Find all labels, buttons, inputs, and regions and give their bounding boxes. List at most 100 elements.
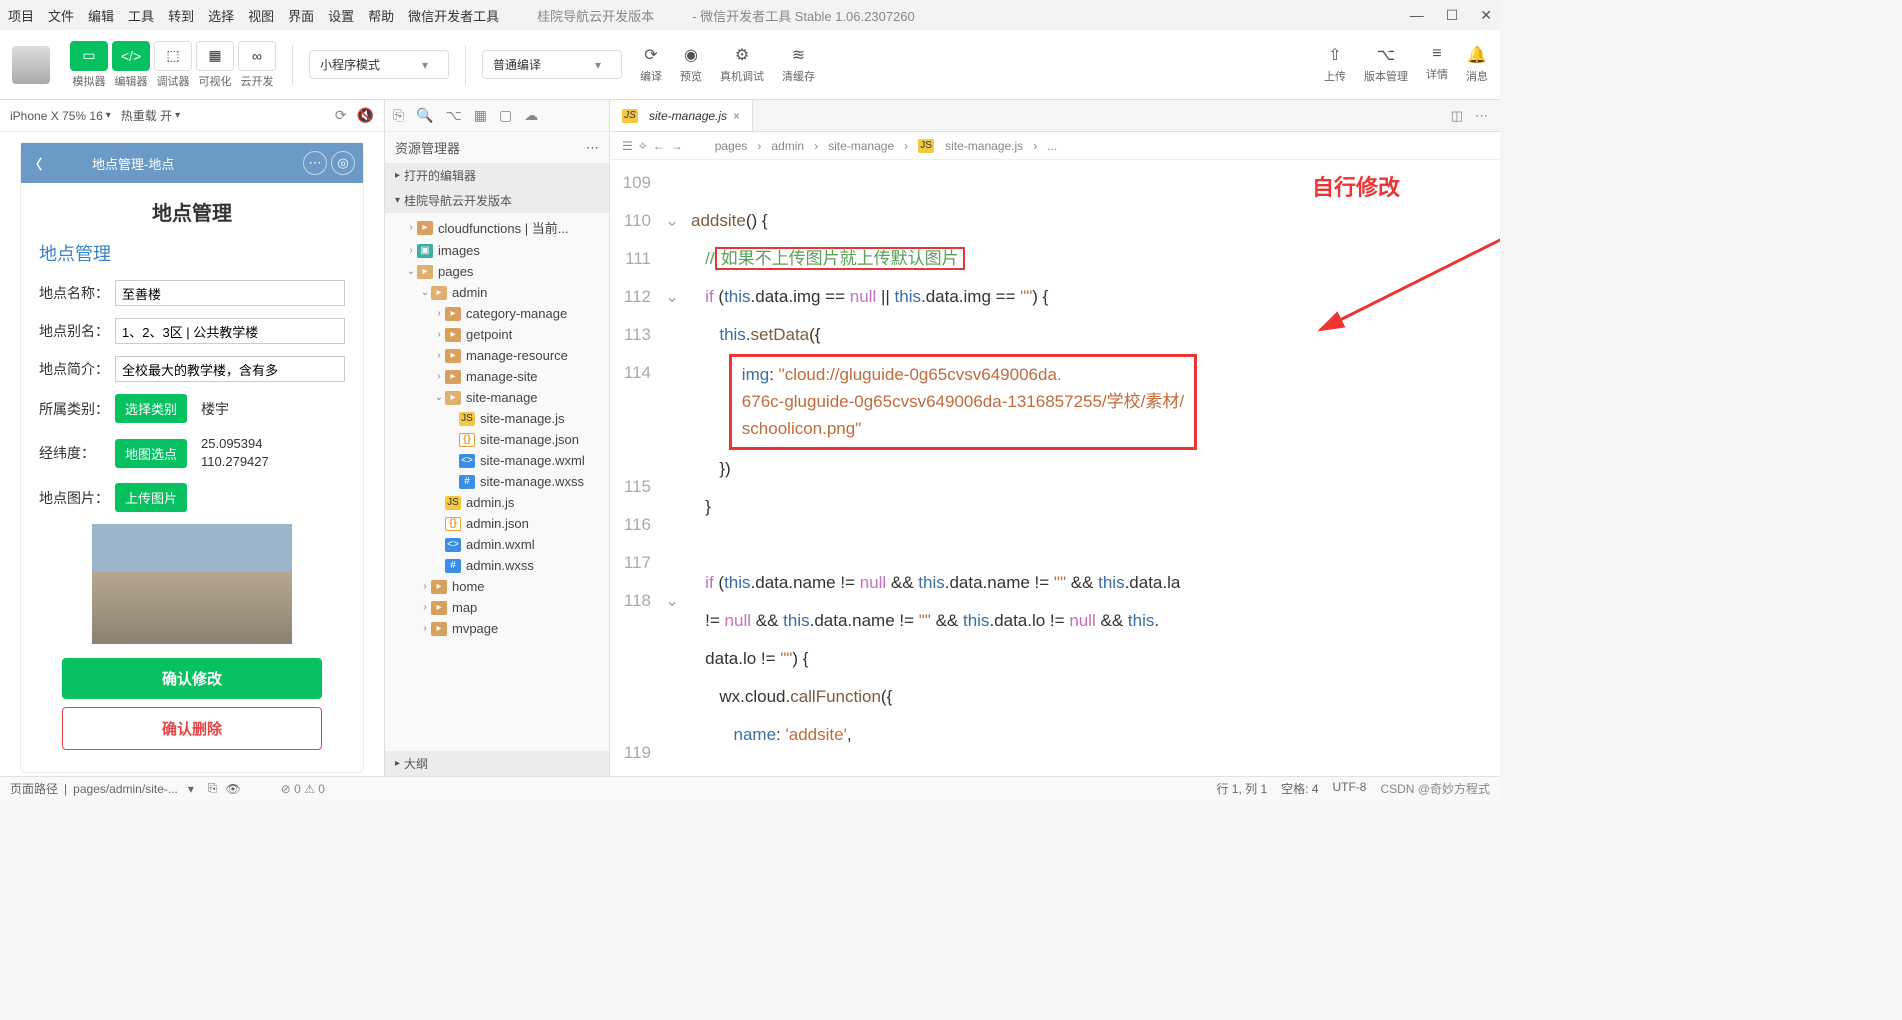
maximize-icon[interactable]: ☐ xyxy=(1446,7,1459,24)
version-button[interactable]: ⌥版本管理 xyxy=(1364,45,1408,84)
editor-tab[interactable]: JS site-manage.js × xyxy=(610,100,753,131)
crumb[interactable]: ... xyxy=(1047,139,1057,153)
preview-button[interactable]: ◉预览 xyxy=(680,45,702,84)
tree-item[interactable]: ⌄▸pages xyxy=(385,261,609,282)
tree-item[interactable]: JSadmin.js xyxy=(385,492,609,513)
menu-item[interactable]: 项目 xyxy=(8,6,34,25)
refresh-icon[interactable]: ⟳ xyxy=(335,107,347,124)
tree-item[interactable]: ›▸manage-resource xyxy=(385,345,609,366)
confirm-edit-button[interactable]: 确认修改 xyxy=(62,658,322,699)
encoding-indicator[interactable]: UTF-8 xyxy=(1332,780,1366,797)
more-icon[interactable]: ⋯ xyxy=(1475,108,1488,124)
menu-item[interactable]: 界面 xyxy=(288,6,314,25)
field-label: 经纬度： xyxy=(39,443,109,463)
capsule-close-icon[interactable]: ◎ xyxy=(331,151,355,175)
project-section[interactable]: 桂院导航云开发版本 xyxy=(385,188,609,213)
search-icon[interactable]: 🔍 xyxy=(416,107,433,124)
nav-fwd-icon[interactable]: → xyxy=(671,139,683,153)
spaces-indicator[interactable]: 空格: 4 xyxy=(1281,780,1318,797)
open-editors-section[interactable]: 打开的编辑器 xyxy=(385,163,609,188)
files-icon[interactable]: ⎘ xyxy=(393,107,404,124)
tree-item[interactable]: {}site-manage.json xyxy=(385,429,609,450)
tree-item[interactable]: ›▸map xyxy=(385,597,609,618)
crumb[interactable]: site-manage xyxy=(828,139,894,153)
page-header-title: 地点管理-地点 xyxy=(92,154,303,173)
compile-button[interactable]: ⟳编译 xyxy=(640,45,662,84)
tree-item[interactable]: #admin.wxss xyxy=(385,555,609,576)
tree-item[interactable]: ⌄▸site-manage xyxy=(385,387,609,408)
clear-cache-button[interactable]: ≋清缓存 xyxy=(782,45,815,84)
list-icon[interactable]: ☰ xyxy=(622,139,633,153)
tree-item[interactable]: {}admin.json xyxy=(385,513,609,534)
mute-icon[interactable]: 🔇 xyxy=(357,107,374,124)
branch-icon[interactable]: ⌥ xyxy=(446,107,462,124)
menu-item[interactable]: 选择 xyxy=(208,6,234,25)
menu-item[interactable]: 设置 xyxy=(328,6,354,25)
tab-close-icon[interactable]: × xyxy=(733,109,740,123)
hotreload-select[interactable]: 热重载 开 xyxy=(121,107,180,124)
tree-item[interactable]: ›▸cloudfunctions | 当前... xyxy=(385,215,609,240)
minimize-icon[interactable]: — xyxy=(1410,7,1424,24)
menu-item[interactable]: 编辑 xyxy=(88,6,114,25)
split-icon[interactable]: ◫ xyxy=(1451,108,1463,124)
desc-input[interactable] xyxy=(115,356,345,382)
outline-section[interactable]: 大纲 xyxy=(385,751,609,776)
tree-item[interactable]: ⌄▸admin xyxy=(385,282,609,303)
tree-item[interactable]: ›▸manage-site xyxy=(385,366,609,387)
box-icon[interactable]: ▢ xyxy=(499,107,512,124)
menu-item[interactable]: 帮助 xyxy=(368,6,394,25)
menu-item[interactable]: 工具 xyxy=(128,6,154,25)
tree-item[interactable]: ›▣images xyxy=(385,240,609,261)
tree-item[interactable]: <>admin.wxml xyxy=(385,534,609,555)
line-col[interactable]: 行 1, 列 1 xyxy=(1216,780,1267,797)
compile-select[interactable]: 普通编译 xyxy=(482,50,622,79)
remote-debug-button[interactable]: ⚙真机调试 xyxy=(720,45,764,84)
crumb[interactable]: admin xyxy=(771,139,804,153)
alias-input[interactable] xyxy=(115,318,345,344)
capsule-menu-icon[interactable]: ⋯ xyxy=(303,151,327,175)
simulator-button[interactable]: ▭ xyxy=(70,41,108,71)
field-label: 所属类别： xyxy=(39,399,109,419)
menu-item[interactable]: 微信开发者工具 xyxy=(408,6,499,25)
dropdown-icon[interactable]: ▾ xyxy=(188,782,194,796)
details-button[interactable]: ≡详情 xyxy=(1426,45,1448,84)
tree-item[interactable]: ›▸mvpage xyxy=(385,618,609,639)
debugger-button[interactable]: ⬚ xyxy=(154,41,192,71)
crumb[interactable]: pages xyxy=(715,139,748,153)
tree-item[interactable]: ›▸category-manage xyxy=(385,303,609,324)
tree-item[interactable]: JSsite-manage.js xyxy=(385,408,609,429)
nav-back-icon[interactable]: ← xyxy=(653,139,665,153)
code-area[interactable]: 109110111112113114 115116117118 119120 ⌄… xyxy=(610,160,1500,776)
tree-item[interactable]: <>site-manage.wxml xyxy=(385,450,609,471)
close-icon[interactable]: ✕ xyxy=(1480,7,1492,24)
tree-item[interactable]: ›▸getpoint xyxy=(385,324,609,345)
crumb[interactable]: site-manage.js xyxy=(945,139,1023,153)
upload-button[interactable]: ⇧上传 xyxy=(1324,45,1346,84)
problems-indicator[interactable]: ⊘ 0 ⚠ 0 xyxy=(281,782,325,796)
avatar[interactable] xyxy=(12,46,50,84)
cloud-button[interactable]: ∞ xyxy=(238,41,276,71)
messages-button[interactable]: 🔔消息 xyxy=(1466,45,1488,84)
back-icon[interactable]: 〈 xyxy=(29,154,42,173)
status-path[interactable]: pages/admin/site-... xyxy=(73,782,178,796)
editor-button[interactable]: </> xyxy=(112,41,150,71)
docker-icon[interactable]: ☁ xyxy=(524,107,538,124)
select-category-button[interactable]: 选择类别 xyxy=(115,394,187,423)
tree-item[interactable]: ›▸home xyxy=(385,576,609,597)
visual-button[interactable]: ▦ xyxy=(196,41,234,71)
menu-item[interactable]: 视图 xyxy=(248,6,274,25)
ext-icon[interactable]: ▦ xyxy=(474,107,487,124)
menu-item[interactable]: 文件 xyxy=(48,6,74,25)
confirm-delete-button[interactable]: 确认删除 xyxy=(62,707,322,750)
device-select[interactable]: iPhone X 75% 16 xyxy=(10,109,111,123)
upload-image-button[interactable]: 上传图片 xyxy=(115,483,187,512)
eye-icon[interactable]: 👁 xyxy=(226,782,241,796)
menu-item[interactable]: 转到 xyxy=(168,6,194,25)
mode-select[interactable]: 小程序模式 xyxy=(309,50,449,79)
copy-icon[interactable]: ⎘ xyxy=(208,781,218,796)
more-icon[interactable]: ⋯ xyxy=(586,140,599,156)
map-point-button[interactable]: 地图选点 xyxy=(115,439,187,468)
bookmark-icon[interactable]: ⟡ xyxy=(639,138,647,153)
name-input[interactable] xyxy=(115,280,345,306)
tree-item[interactable]: #site-manage.wxss xyxy=(385,471,609,492)
